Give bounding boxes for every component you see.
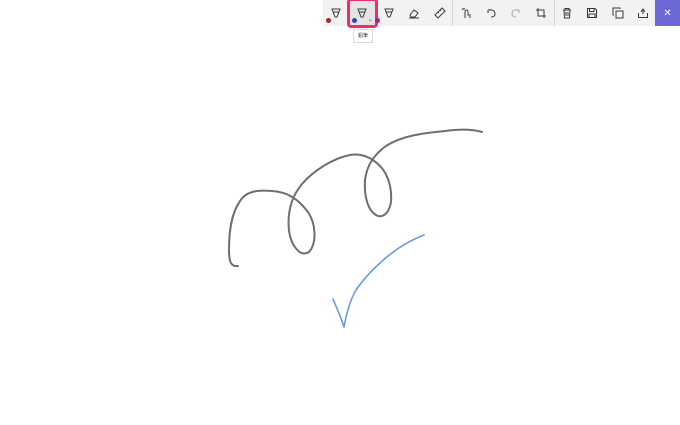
crop-icon [536,8,547,18]
save-icon [587,8,598,18]
save-button[interactable] [580,0,605,26]
pencil-color-dot [352,18,358,23]
copy-icon [612,7,624,19]
share-button[interactable] [630,0,655,26]
close-icon: ✕ [663,7,672,19]
pencil-tooltip: 鉛筆 [353,29,374,43]
delete-button[interactable] [555,0,580,26]
highlighter-icon [384,8,395,18]
redo-button[interactable] [503,0,528,26]
ballpoint-pen-button[interactable] [323,0,348,26]
eraser-button[interactable] [402,0,427,26]
share-icon [637,8,648,18]
undo-icon [487,9,496,18]
close-button[interactable]: ✕ [655,0,680,26]
chevron-down-icon: ⌄ [367,16,373,23]
sketch-window: ⌄ ✕ 鉛筆 [0,0,680,425]
crop-button[interactable] [529,0,554,26]
highlighter-button[interactable] [374,0,402,26]
touch-writing-button[interactable] [453,0,478,26]
drawing-canvas[interactable] [0,0,680,425]
ink-toolbar: ⌄ ✕ [323,0,680,28]
highlighter-color-dot [374,18,380,23]
eraser-icon [409,9,420,19]
touch-writing-icon [461,8,471,18]
copy-button[interactable] [605,0,630,26]
ballpoint-color-dot [326,18,331,23]
pencil-button[interactable]: ⌄ [347,0,378,28]
ink-stroke [332,234,425,328]
undo-button[interactable] [478,0,503,26]
pencil-stroke [228,128,483,268]
ruler-button[interactable] [427,0,452,26]
ballpoint-pen-icon [330,8,341,18]
ruler-icon [433,7,446,19]
trash-icon [563,8,572,19]
pencil-icon [357,8,368,18]
redo-icon [511,9,520,18]
